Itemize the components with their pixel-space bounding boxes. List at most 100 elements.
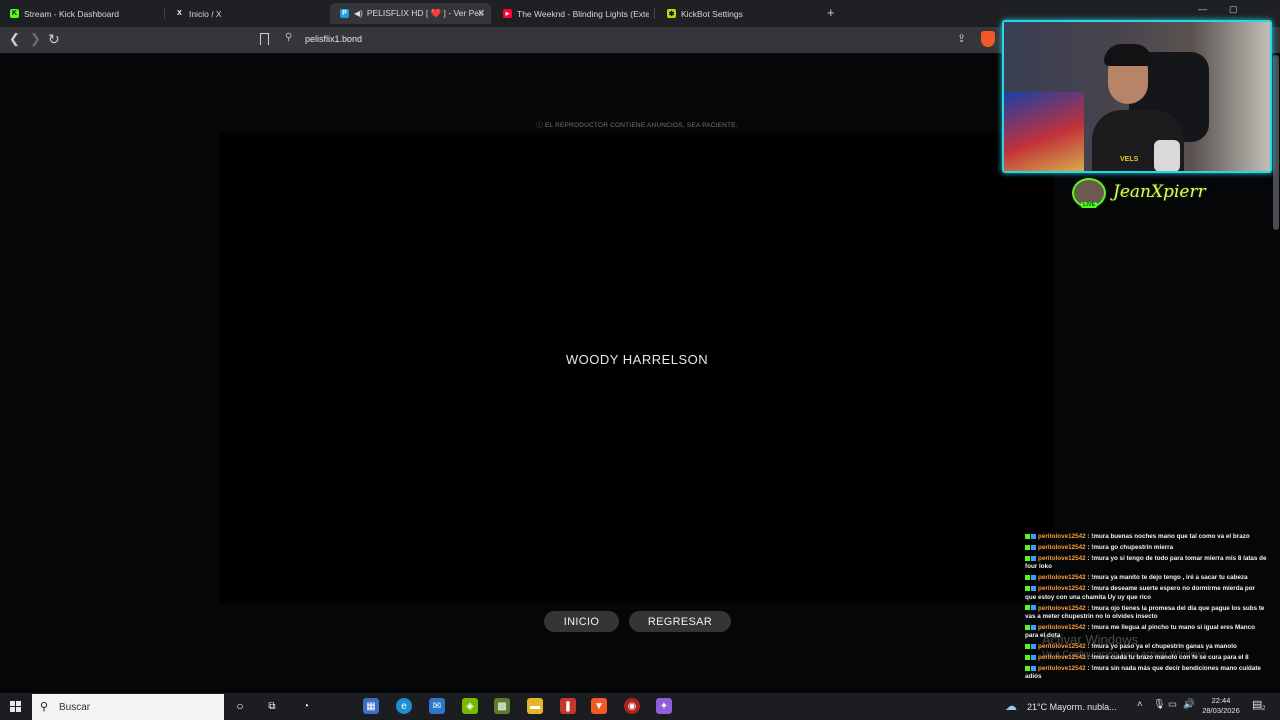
badge-icon — [1031, 533, 1036, 539]
webcam-flag — [1004, 92, 1084, 171]
badge-icon — [1031, 666, 1036, 672]
url-text[interactable]: pelisflix1.bond — [305, 34, 362, 44]
chat-username: peritolove12542 — [1038, 665, 1086, 673]
game-icon[interactable]: ▩ — [494, 698, 510, 714]
chat-message: peritolove12542 : !mura ojo tienes la pr… — [1025, 604, 1265, 620]
movie-credit-text: WOODY HARRELSON — [565, 352, 709, 367]
brave-shields-icon[interactable] — [981, 31, 995, 47]
windows-taskbar: ⚲ Buscar ○ ⧉ ◔ ▦ e ✉ ◈ ▩ ▬ ❚ ▼ ◉ ✦ ☁ 21°… — [0, 693, 1280, 720]
chat-username: peritolove12542 — [1038, 555, 1086, 563]
chat-message: peritolove12542 : !mura sin nada más que… — [1025, 665, 1261, 681]
share-icon[interactable]: ⇪ — [957, 32, 966, 45]
new-tab-icon[interactable]: + — [827, 5, 835, 20]
tab-pelisflix[interactable]: P ◀) PELISFLIX HD [ ❤️ ] - Ver Pelíc ✕ — [330, 3, 491, 24]
chat-message: peritolove12542 : !mura buenas noches ma… — [1025, 533, 1267, 541]
badge-icon — [1031, 575, 1036, 581]
close-tab-icon[interactable]: ✕ — [477, 8, 485, 19]
taskbar-search[interactable]: ⚲ Buscar — [32, 694, 224, 720]
obs-icon[interactable]: ◉ — [624, 698, 640, 714]
badge-icon — [1025, 654, 1030, 660]
minimize-icon[interactable]: — — [1198, 4, 1207, 14]
activate-windows-title: Activar Windows — [1042, 632, 1139, 647]
inicio-button[interactable]: INICIO — [544, 611, 619, 632]
chat-text: !mura buenas noches mano que tal como va… — [1091, 533, 1250, 540]
network-icon[interactable]: ▭ — [1168, 699, 1177, 710]
maximize-icon[interactable]: ▢ — [1229, 4, 1238, 15]
address-bar[interactable]: ⚲ pelisflix1.bond ⇪ — [254, 30, 999, 50]
chat-username: peritolove12542 — [1038, 623, 1086, 631]
streamer-label: LIVE JeanXpierr — [1072, 178, 1272, 212]
chat-message: peritolove12542 : !mura ya manito te dej… — [1025, 574, 1267, 582]
search-placeholder[interactable]: Buscar — [59, 702, 90, 713]
chat-username: peritolove12542 — [1038, 604, 1086, 612]
video-player[interactable]: WOODY HARRELSON — [220, 133, 1054, 603]
badge-icon — [1031, 586, 1036, 592]
site-info-icon[interactable]: ⚲ — [285, 32, 292, 43]
webcam-person-hair — [1104, 44, 1152, 66]
edge-icon[interactable]: e — [396, 698, 412, 714]
tab-kickbot[interactable]: ✱ KickBot Settings — [657, 3, 822, 24]
badge-icon — [1025, 586, 1030, 592]
activate-windows-subtitle: Ve a Configuración para activar Windows. — [1042, 649, 1210, 659]
tab-x[interactable]: X Inicio / X — [165, 3, 330, 24]
badge-icon — [1025, 556, 1030, 562]
badge-icon — [1031, 654, 1036, 660]
chat-message: peritolove12542 : !mura deseame suerte e… — [1025, 585, 1255, 601]
clock-time: 22:44 — [1211, 696, 1231, 705]
badge-icon — [1025, 624, 1030, 630]
chat-username: peritolove12542 — [1038, 574, 1086, 582]
reload-icon[interactable]: ↻ — [48, 32, 60, 46]
windows-start-icon[interactable] — [10, 701, 21, 712]
weather-icon: ☁ — [1005, 699, 1017, 713]
microphone-icon[interactable]: 🎙 — [1153, 699, 1165, 710]
task-view-icon[interactable]: ⧉ — [264, 698, 280, 714]
tab-label: Inicio / X — [189, 8, 222, 19]
chat-app-icon[interactable]: ✦ — [656, 698, 672, 714]
chat-message: peritolove12542 : !mura yo si tengo de t… — [1025, 555, 1267, 571]
app-icon[interactable]: ❚ — [560, 698, 576, 714]
badge-icon — [1031, 544, 1036, 550]
file-explorer-icon[interactable]: ▬ — [527, 698, 543, 714]
kick-icon: K — [10, 9, 19, 18]
speaker-icon[interactable]: ◀) — [354, 9, 363, 18]
regresar-button[interactable]: REGRESAR — [629, 611, 731, 632]
cortana-icon[interactable]: ○ — [232, 698, 248, 714]
volume-icon[interactable]: 🔊 — [1183, 699, 1195, 710]
clock-date: 28/03/2026 — [1202, 706, 1240, 715]
shirt-text: VELS — [1120, 156, 1139, 163]
chat-username: peritolove12542 — [1038, 533, 1086, 540]
store-icon[interactable]: ▦ — [363, 698, 379, 714]
mail-icon[interactable]: ✉ — [429, 698, 445, 714]
notification-count: 2 — [1262, 706, 1266, 712]
weather-text[interactable]: 21°C Mayorm. nubla... — [1027, 702, 1117, 712]
badge-icon — [1025, 575, 1030, 581]
badge-icon — [1031, 556, 1036, 562]
badge-icon — [1031, 624, 1036, 630]
badge-icon — [1025, 544, 1030, 550]
forward-icon[interactable]: ❯ — [30, 32, 41, 46]
tab-label: PELISFLIX HD [ ❤️ ] - Ver Pelíc — [366, 8, 483, 18]
badge-icon — [1025, 666, 1030, 672]
tab-label: Stream - Kick Dashboard — [24, 8, 119, 19]
speedometer-icon[interactable]: ◔ — [298, 698, 314, 714]
tab-youtube[interactable]: ▶ The Weeknd - Blinding Lights (Extend — [493, 3, 655, 24]
x-icon: X — [177, 10, 182, 17]
pelisflix-icon: P — [340, 9, 349, 18]
taskbar-clock[interactable]: 22:44 28/03/2026 — [1196, 696, 1246, 716]
badge-icon — [1025, 533, 1030, 539]
notifications-icon[interactable]: ▤ — [1252, 698, 1262, 711]
nvidia-icon[interactable]: ◈ — [462, 698, 478, 714]
chat-text: !mura ya manito te dejo tengo , iré a sa… — [1091, 574, 1248, 582]
page-scrollbar[interactable] — [1273, 55, 1279, 230]
tab-separator — [654, 8, 655, 19]
tray-expand-icon[interactable]: ˄ — [1137, 699, 1143, 710]
chat-username: peritolove12542 — [1038, 585, 1086, 593]
bookmark-icon[interactable] — [260, 33, 269, 45]
chat-message: peritolove12542 : !mura go chupestrin mi… — [1025, 544, 1267, 552]
back-icon[interactable]: ❮ — [9, 32, 20, 46]
tab-kick-dashboard[interactable]: K Stream - Kick Dashboard — [0, 3, 165, 24]
brave-icon[interactable]: ▼ — [591, 698, 607, 714]
youtube-icon: ▶ — [503, 9, 512, 18]
badge-icon — [1031, 643, 1036, 649]
search-icon: ⚲ — [40, 701, 49, 713]
